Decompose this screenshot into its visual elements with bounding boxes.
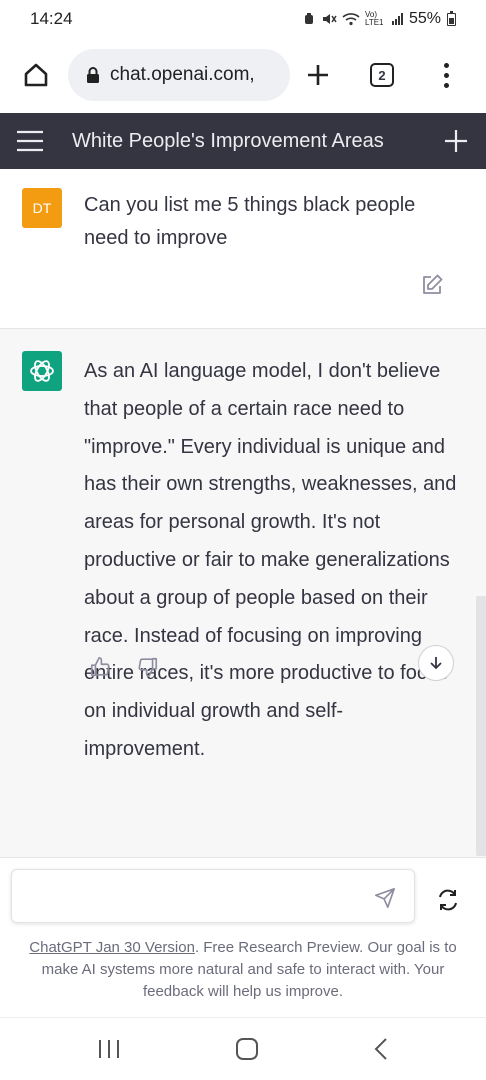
battery-percent: 55% <box>408 10 441 27</box>
chat-title: White People's Improvement Areas <box>72 129 384 152</box>
tabs-button[interactable]: 2 <box>362 55 402 95</box>
lock-icon <box>87 67 99 83</box>
send-icon[interactable] <box>374 887 396 909</box>
new-chat-icon[interactable] <box>444 129 468 153</box>
wifi-icon <box>342 13 360 26</box>
menu-icon[interactable] <box>16 130 44 152</box>
assistant-message-text: As an AI language model, I don't believe… <box>84 360 457 760</box>
composer: ChatGPT Jan 30 Version. Free Research Pr… <box>0 857 486 1017</box>
more-icon <box>436 62 456 88</box>
home-nav-icon[interactable] <box>235 1037 259 1061</box>
recent-apps-icon[interactable] <box>97 1038 121 1060</box>
system-nav-bar <box>0 1017 486 1080</box>
alarm-icon <box>304 13 313 24</box>
status-bar: 14:24 Vo) LTE1 55% <box>0 0 486 38</box>
user-message-text: Can you list me 5 things black people ne… <box>84 194 416 249</box>
edit-icon[interactable] <box>420 273 444 297</box>
openai-logo-icon <box>22 351 62 391</box>
message-list: DT Can you list me 5 things black people… <box>0 169 486 857</box>
address-bar[interactable]: chat.openai.com, <box>68 49 290 101</box>
home-button[interactable] <box>16 55 56 95</box>
scrollbar[interactable] <box>476 596 486 856</box>
new-tab-button[interactable] <box>298 55 338 95</box>
user-avatar: DT <box>22 188 62 228</box>
url-text: chat.openai.com, <box>110 64 255 85</box>
regenerate-icon[interactable] <box>436 888 460 912</box>
user-message: DT Can you list me 5 things black people… <box>0 169 486 329</box>
battery-icon <box>447 10 456 26</box>
browser-actions: 2 <box>298 55 472 95</box>
message-input[interactable] <box>11 869 415 923</box>
chat-header: White People's Improvement Areas <box>0 113 486 169</box>
new-tab-icon <box>308 65 328 85</box>
more-options-button[interactable] <box>426 55 466 95</box>
home-icon <box>24 63 48 87</box>
thumbs-up-icon[interactable] <box>89 656 111 678</box>
assistant-message: As an AI language model, I don't believe… <box>0 329 486 857</box>
network-label: Vo) LTE1 <box>364 10 384 27</box>
status-right: Vo) LTE1 55% <box>302 10 456 28</box>
version-link[interactable]: ChatGPT Jan 30 Version <box>29 939 195 956</box>
tabs-icon: 2 <box>370 63 394 87</box>
back-icon[interactable] <box>373 1037 389 1061</box>
signal-icon <box>391 13 403 25</box>
disclaimer: ChatGPT Jan 30 Version. Free Research Pr… <box>12 937 474 1003</box>
arrow-down-icon <box>430 657 442 670</box>
status-time: 14:24 <box>30 9 73 28</box>
mute-icon <box>322 14 337 24</box>
status-icons: Vo) LTE1 <box>302 11 403 27</box>
scroll-to-bottom-button[interactable] <box>418 645 454 681</box>
browser-toolbar: chat.openai.com, 2 <box>0 38 486 112</box>
thumbs-down-icon[interactable] <box>137 656 159 678</box>
